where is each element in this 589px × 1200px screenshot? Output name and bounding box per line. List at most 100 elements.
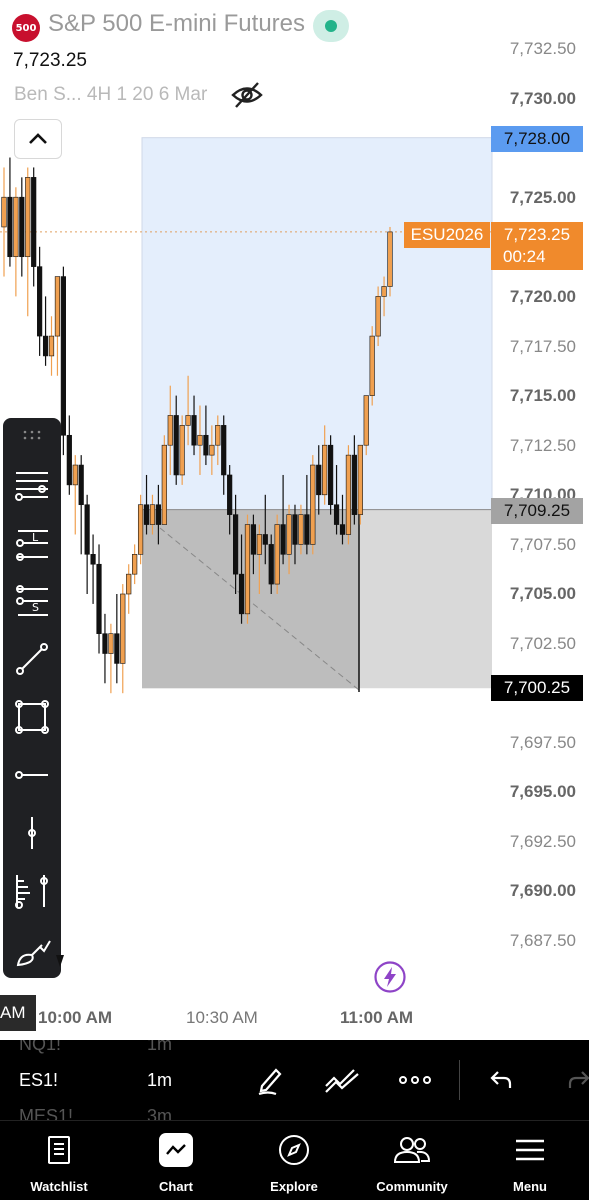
candle-body — [102, 633, 108, 654]
drag-handle-icon[interactable] — [22, 430, 42, 440]
horizontal-lines-icon — [15, 472, 48, 501]
candle-body — [351, 454, 357, 515]
candle-body — [280, 524, 286, 555]
price-axis-label: 7,712.50 — [509, 436, 576, 455]
candle-body — [37, 266, 43, 337]
rectangle-icon — [15, 700, 49, 734]
candle-body — [387, 231, 393, 287]
nav-community[interactable]: Community — [362, 1121, 462, 1200]
trendline-tool[interactable] — [9, 636, 55, 682]
trendline-button[interactable] — [322, 1060, 362, 1100]
candle-body — [120, 593, 126, 664]
price-axis-label: 7,720.00 — [509, 287, 576, 306]
candle-body — [316, 464, 322, 496]
market-status-icon — [313, 10, 349, 42]
price-axis-label: 7,705.00 — [509, 584, 576, 603]
candle-body — [322, 444, 328, 496]
candle-body — [42, 335, 49, 357]
price-axis-label: 7,732.50 — [509, 39, 576, 58]
volume-profile-icon — [15, 875, 48, 909]
horizontal-lines-tool[interactable] — [9, 460, 55, 506]
rectangle-tool[interactable] — [9, 694, 55, 740]
candle-body — [167, 415, 173, 446]
candle-body — [286, 514, 292, 555]
nav-label: Menu — [513, 1179, 547, 1194]
price-axis-label: 7,695.00 — [509, 782, 576, 801]
symbol-name: ES1! — [19, 1070, 59, 1090]
symbol-logo: 500 — [12, 14, 40, 42]
candle-body — [54, 276, 61, 337]
nav-chart[interactable]: Chart — [126, 1121, 226, 1200]
candle-body — [268, 544, 274, 585]
draw-button[interactable] — [250, 1060, 290, 1100]
candle-body — [19, 196, 25, 258]
price-axis-label: 7,687.50 — [509, 931, 576, 950]
candle-body — [1, 196, 7, 228]
candle-body — [310, 464, 316, 545]
candle-body — [114, 633, 120, 664]
chevron-up-icon — [29, 133, 47, 144]
bar-countdown: 00:24 — [491, 244, 583, 270]
more-icon — [399, 1076, 431, 1084]
candle-body — [221, 425, 227, 476]
candle-body — [304, 514, 310, 545]
candle-body — [137, 504, 144, 555]
vertical-line-tool[interactable] — [9, 810, 55, 856]
short-position-tool[interactable]: S — [9, 578, 55, 624]
divider — [459, 1060, 460, 1100]
price-axis-label: 7,707.50 — [509, 535, 576, 554]
nav-menu[interactable]: Menu — [480, 1121, 580, 1200]
candle-body — [60, 276, 66, 436]
candle-body — [363, 395, 369, 446]
more-button[interactable] — [395, 1060, 435, 1100]
horizontal-ray-tool[interactable] — [9, 752, 55, 798]
nav-label: Watchlist — [30, 1179, 88, 1194]
brush-tool[interactable] — [9, 928, 55, 974]
candle-body — [250, 524, 257, 555]
trendline-tool-icon — [16, 643, 48, 675]
interval-value: 1m — [147, 1040, 173, 1054]
candle-body — [369, 335, 375, 396]
candle-body — [108, 633, 114, 654]
nav-explore[interactable]: Explore — [244, 1121, 344, 1200]
price-axis-label: 7,697.50 — [509, 733, 576, 752]
contract-tag: ESU2026 — [404, 222, 490, 248]
eye-off-icon[interactable] — [230, 80, 264, 110]
brush-icon — [16, 940, 51, 967]
candle-body — [262, 534, 268, 545]
candle-body — [333, 504, 340, 525]
candle-body — [78, 464, 84, 506]
symbol-title[interactable]: S&P 500 E-mini Futures — [48, 10, 305, 38]
collapse-legend-button[interactable] — [14, 119, 62, 159]
candle-body — [209, 444, 215, 456]
redo-button[interactable] — [558, 1060, 589, 1100]
toolbar-expand-icon[interactable] — [56, 955, 66, 969]
price-axis-label: 7,702.50 — [509, 634, 576, 653]
long-position-tool[interactable]: L — [9, 520, 55, 566]
candle-body — [31, 177, 37, 267]
price-axis-label: 7,692.50 — [509, 832, 576, 851]
interval-value: 3m — [147, 1106, 173, 1120]
bottom-navigation: Watchlist Chart Explore Community Menu — [0, 1120, 589, 1200]
indicator-legend[interactable]: Ben S... 4H 1 20 6 Mar — [14, 84, 214, 106]
volume-profile-tool[interactable] — [9, 868, 55, 914]
nav-watchlist[interactable]: Watchlist — [9, 1121, 109, 1200]
candle-body — [25, 177, 31, 258]
price-axis-label: 7,730.00 — [509, 89, 576, 108]
long-position-icon: L — [16, 530, 48, 561]
candle-body — [256, 534, 262, 555]
time-axis[interactable]: AM 10:00 AM 10:30 AM 11:00 AM — [0, 995, 589, 1040]
undo-button[interactable] — [482, 1060, 522, 1100]
candle-body — [161, 444, 167, 525]
candle-body — [126, 573, 132, 595]
candle-body — [179, 425, 185, 476]
candle-body — [96, 563, 102, 634]
menu-icon — [513, 1133, 547, 1167]
nav-label: Community — [376, 1179, 448, 1194]
entry-price-tag: 7,709.25 — [491, 498, 583, 524]
svg-text:L: L — [32, 531, 39, 544]
candle-body — [244, 524, 251, 615]
lightning-icon[interactable] — [373, 960, 407, 994]
candle-body — [215, 425, 221, 446]
stop-price-tag: 7,700.25 — [491, 675, 583, 701]
